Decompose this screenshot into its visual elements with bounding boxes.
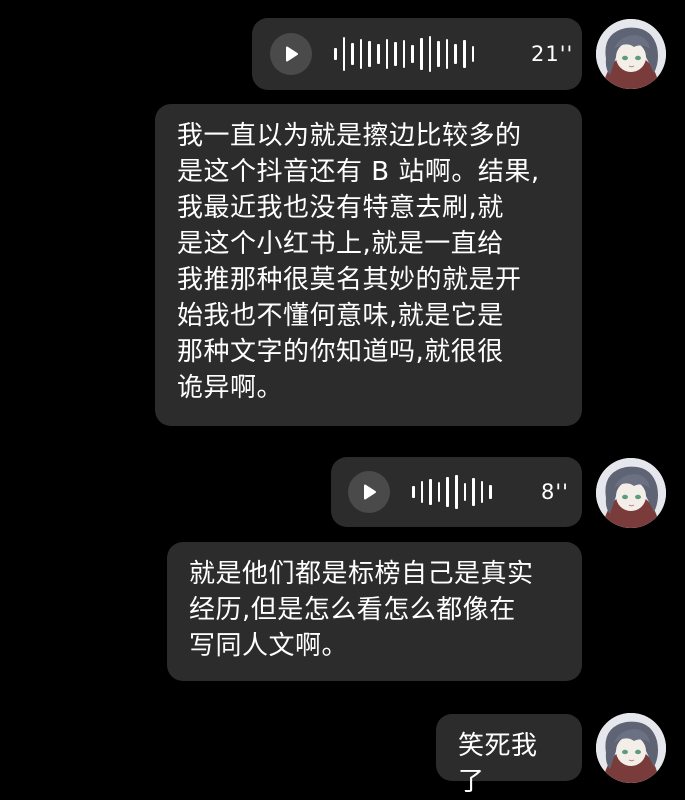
voice-duration: 8'' — [541, 480, 569, 504]
message-bubble[interactable]: 笑死我了 — [436, 714, 582, 797]
voice-duration: 21'' — [531, 42, 574, 66]
avatar[interactable] — [596, 713, 666, 783]
play-icon — [364, 484, 376, 500]
voice-waveform — [412, 472, 492, 512]
avatar[interactable] — [596, 458, 666, 528]
avatar[interactable] — [596, 19, 666, 89]
voice-waveform — [334, 34, 475, 74]
play-button[interactable] — [270, 33, 312, 75]
voice-message-bubble[interactable]: 21'' — [252, 18, 582, 90]
play-button[interactable] — [348, 471, 390, 513]
voice-message-bubble[interactable]: 8'' — [331, 457, 582, 527]
play-icon — [286, 46, 298, 62]
anime-girl-avatar-icon — [596, 713, 666, 783]
message-bubble[interactable]: 我一直以为就是擦边比较多的 是这个抖音还有 B 站啊。结果, 我最近我也没有特意… — [155, 104, 582, 426]
anime-girl-avatar-icon — [596, 19, 666, 89]
message-bubble[interactable]: 就是他们都是标榜自己是真实 经历,但是怎么看怎么都像在 写同人文啊。 — [167, 542, 582, 681]
anime-girl-avatar-icon — [596, 458, 666, 528]
